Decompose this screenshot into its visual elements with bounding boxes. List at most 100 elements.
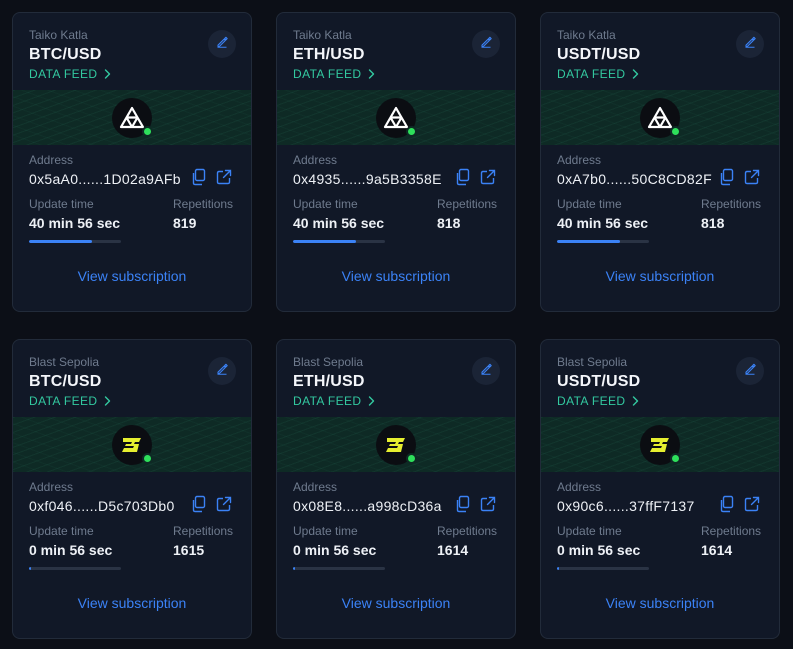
update-progress-fill — [293, 240, 356, 243]
update-time-value: 40 min 56 sec — [293, 215, 385, 231]
pair-title: USDT/USD — [557, 46, 641, 63]
taiko-logo-icon — [376, 97, 417, 138]
data-feed-link[interactable]: DATA FEED — [557, 394, 639, 408]
address-value: 0xA7b0......50C8CD82F — [557, 171, 712, 187]
update-progress-bar — [557, 240, 649, 243]
repetitions-label: Repetitions — [701, 197, 762, 211]
update-progress-fill — [557, 240, 620, 243]
external-link-icon[interactable] — [216, 496, 232, 512]
update-time-value: 0 min 56 sec — [293, 542, 377, 558]
update-time-label: Update time — [557, 197, 622, 211]
edit-button[interactable] — [472, 30, 500, 58]
network-name: Taiko Katla — [293, 28, 352, 42]
data-feed-link[interactable]: DATA FEED — [293, 394, 375, 408]
data-feed-label: DATA FEED — [293, 67, 362, 81]
network-banner — [541, 417, 779, 472]
repetitions-value: 818 — [701, 215, 725, 231]
external-link-icon[interactable] — [480, 169, 496, 185]
copy-icon[interactable] — [191, 495, 207, 513]
update-progress-fill — [293, 567, 295, 570]
chevron-right-icon — [104, 396, 111, 406]
taiko-logo-icon — [640, 97, 681, 138]
address-value: 0x4935......9a5B3358E — [293, 171, 442, 187]
update-time-value: 0 min 56 sec — [557, 542, 641, 558]
chevron-right-icon — [632, 396, 639, 406]
data-feed-link[interactable]: DATA FEED — [29, 394, 111, 408]
data-feed-link[interactable]: DATA FEED — [29, 67, 111, 81]
network-banner — [541, 90, 779, 145]
view-subscription-link[interactable]: View subscription — [541, 595, 779, 611]
data-feed-label: DATA FEED — [557, 67, 626, 81]
update-progress-bar — [293, 240, 385, 243]
copy-icon[interactable] — [455, 495, 471, 513]
pair-title: USDT/USD — [557, 373, 641, 390]
pair-title: ETH/USD — [293, 46, 365, 63]
online-status-dot — [406, 452, 417, 464]
external-link-icon[interactable] — [216, 169, 232, 185]
data-feed-label: DATA FEED — [557, 394, 626, 408]
view-subscription-link[interactable]: View subscription — [13, 595, 251, 611]
pencil-icon — [216, 362, 228, 380]
chevron-right-icon — [632, 69, 639, 79]
repetitions-label: Repetitions — [437, 197, 498, 211]
network-name: Blast Sepolia — [29, 355, 100, 369]
view-subscription-link[interactable]: View subscription — [13, 268, 251, 284]
update-progress-bar — [29, 240, 121, 243]
network-name: Blast Sepolia — [557, 355, 628, 369]
edit-button[interactable] — [736, 30, 764, 58]
edit-button[interactable] — [736, 357, 764, 385]
pair-title: BTC/USD — [29, 46, 102, 63]
repetitions-value: 1614 — [701, 542, 733, 558]
address-label: Address — [557, 153, 602, 167]
repetitions-value: 819 — [173, 215, 197, 231]
repetitions-label: Repetitions — [701, 524, 762, 538]
data-feed-link[interactable]: DATA FEED — [293, 67, 375, 81]
data-feed-link[interactable]: DATA FEED — [557, 67, 639, 81]
copy-icon[interactable] — [719, 495, 735, 513]
feed-card-1: Taiko Katla BTC/USD DATA FEED Address 0x… — [12, 12, 252, 312]
network-banner — [277, 417, 515, 472]
copy-icon[interactable] — [719, 168, 735, 186]
feed-card-2: Taiko Katla ETH/USD DATA FEED Address 0x… — [276, 12, 516, 312]
copy-icon[interactable] — [455, 168, 471, 186]
feed-card-3: Taiko Katla USDT/USD DATA FEED Address 0… — [540, 12, 780, 312]
view-subscription-link[interactable]: View subscription — [277, 595, 515, 611]
update-time-value: 0 min 56 sec — [29, 542, 113, 558]
blast-logo-icon — [112, 424, 153, 465]
update-time-value: 40 min 56 sec — [29, 215, 121, 231]
address-label: Address — [29, 153, 74, 167]
feed-card-4: Blast Sepolia BTC/USD DATA FEED Address … — [12, 339, 252, 639]
online-status-dot — [142, 125, 153, 137]
address-label: Address — [293, 153, 338, 167]
update-progress-fill — [557, 567, 559, 570]
address-label: Address — [29, 480, 74, 494]
external-link-icon[interactable] — [744, 496, 760, 512]
address-label: Address — [557, 480, 602, 494]
edit-button[interactable] — [208, 30, 236, 58]
online-status-dot — [670, 452, 681, 464]
address-value: 0x5aA0......1D02a9AFb — [29, 171, 181, 187]
pencil-icon — [744, 35, 756, 53]
external-link-icon[interactable] — [480, 496, 496, 512]
chevron-right-icon — [368, 69, 375, 79]
repetitions-value: 1615 — [173, 542, 205, 558]
view-subscription-link[interactable]: View subscription — [541, 268, 779, 284]
update-progress-bar — [293, 567, 385, 570]
update-time-label: Update time — [293, 524, 358, 538]
network-name: Taiko Katla — [29, 28, 88, 42]
address-value: 0x90c6......37ffF7137 — [557, 498, 695, 514]
pencil-icon — [744, 362, 756, 380]
online-status-dot — [670, 125, 681, 137]
edit-button[interactable] — [208, 357, 236, 385]
external-link-icon[interactable] — [744, 169, 760, 185]
copy-icon[interactable] — [191, 168, 207, 186]
chevron-right-icon — [104, 69, 111, 79]
chevron-right-icon — [368, 396, 375, 406]
pair-title: BTC/USD — [29, 373, 102, 390]
update-progress-fill — [29, 240, 92, 243]
update-time-value: 40 min 56 sec — [557, 215, 649, 231]
feed-card-grid: Taiko Katla BTC/USD DATA FEED Address 0x… — [0, 0, 793, 649]
edit-button[interactable] — [472, 357, 500, 385]
network-banner — [13, 90, 251, 145]
view-subscription-link[interactable]: View subscription — [277, 268, 515, 284]
